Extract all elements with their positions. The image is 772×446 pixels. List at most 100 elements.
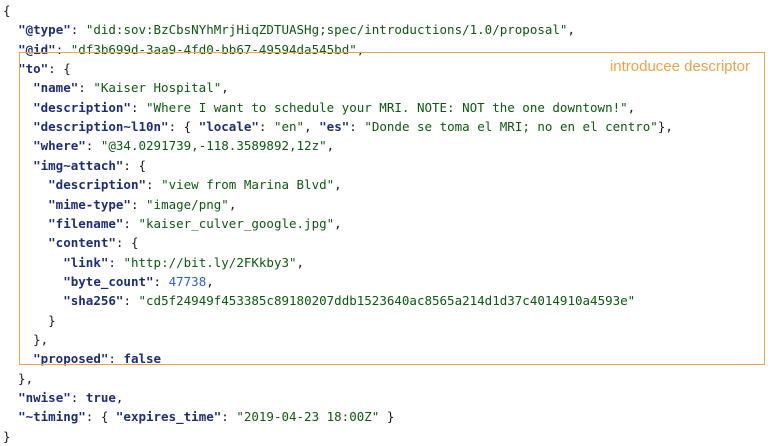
json-punctuation	[3, 293, 63, 308]
json-punctuation: ,	[334, 177, 342, 193]
json-punctuation: : {	[168, 119, 199, 135]
json-string: "http://bit.ly/2FKkby3"	[123, 254, 297, 270]
json-punctuation: :	[108, 254, 124, 270]
json-punctuation: : {	[85, 409, 116, 425]
json-key: "@id"	[18, 41, 56, 57]
json-punctuation	[3, 42, 18, 57]
json-key: "link"	[63, 254, 109, 270]
json-punctuation	[3, 197, 48, 212]
json-string: "Kaiser Hospital"	[93, 80, 222, 96]
json-punctuation: :	[146, 177, 162, 193]
json-string: "kaiser_culver_google.jpg"	[138, 215, 335, 231]
json-string: "Donde se toma el MRI; no en el centro"	[364, 119, 658, 135]
code-line: "description~l10n": { "locale": "en", "e…	[3, 117, 673, 136]
json-string: "cd5f24949f453385c89180207ddb1523640ac85…	[138, 293, 636, 309]
code-line: "sha256": "cd5f24949f453385c89180207ddb1…	[3, 291, 635, 310]
json-punctuation: ,	[221, 80, 229, 96]
json-string: "df3b699d-3aa9-4fd0-bb67-49594da545bd"	[70, 41, 357, 57]
json-key: "nwise"	[18, 390, 71, 405]
json-punctuation: :	[108, 351, 124, 367]
json-punctuation	[3, 119, 33, 134]
json-string: "Where I want to schedule your MRI. NOTE…	[146, 99, 628, 115]
json-punctuation: ,	[296, 254, 305, 270]
json-punctuation	[3, 80, 33, 95]
code-line: "img~attach": {	[3, 156, 146, 175]
json-punctuation: ,	[115, 390, 124, 405]
json-punctuation: :	[123, 215, 139, 231]
json-punctuation: },	[3, 331, 49, 347]
json-string: "en"	[273, 119, 305, 135]
json-key: "byte_count"	[63, 273, 154, 289]
json-key: "proposed"	[33, 351, 109, 367]
json-punctuation: :	[85, 138, 101, 154]
json-punctuation: :	[130, 196, 147, 212]
json-punctuation: ,	[356, 41, 365, 57]
json-key: "sha256"	[63, 293, 124, 309]
json-number: 47738	[168, 273, 207, 289]
json-key: "where"	[33, 138, 86, 154]
code-line: }	[3, 427, 11, 446]
json-punctuation: }	[379, 409, 395, 425]
json-punctuation: ,	[228, 196, 237, 212]
json-punctuation	[3, 100, 33, 115]
code-line: "where": "@34.0291739,-118.3589892,12z",	[3, 136, 334, 155]
json-string: "2019-04-23 18:00Z"	[236, 409, 380, 425]
json-punctuation	[3, 255, 63, 270]
code-line: "~timing": { "expires_time": "2019-04-23…	[3, 407, 394, 426]
code-line: "description": "view from Marina Blvd",	[3, 175, 342, 194]
json-punctuation: ,	[326, 138, 335, 154]
json-punctuation: :	[258, 119, 274, 135]
json-punctuation: : {	[115, 235, 139, 251]
json-key: "expires_time"	[115, 409, 222, 425]
json-punctuation: :	[221, 409, 237, 425]
code-line: },	[3, 369, 33, 388]
json-punctuation: },	[657, 119, 673, 135]
code-line: "name": "Kaiser Hospital",	[3, 78, 229, 97]
code-line: "mime-type": "image/png",	[3, 195, 236, 214]
json-key: "locale"	[198, 119, 259, 135]
json-key: "name"	[33, 80, 79, 96]
json-punctuation: :	[70, 390, 86, 405]
json-key: "filename"	[48, 215, 124, 231]
json-punctuation	[3, 409, 18, 424]
json-punctuation: ,	[334, 215, 342, 231]
code-line: }	[3, 311, 56, 330]
json-punctuation	[3, 158, 33, 173]
json-punctuation: }	[3, 428, 11, 444]
json-code-block: { "@type": "did:sov:BzCbsNYhMrjHiqZDTUAS…	[0, 0, 772, 444]
json-punctuation	[3, 177, 48, 192]
json-string: "view from Marina Blvd"	[161, 177, 335, 193]
json-punctuation	[3, 138, 33, 153]
json-literal: false	[123, 351, 162, 367]
json-punctuation: },	[3, 370, 34, 386]
json-literal: true	[85, 390, 116, 405]
code-line: "proposed": false	[3, 349, 161, 368]
json-string: "@34.0291739,-118.3589892,12z"	[100, 138, 327, 154]
json-key: "mime-type"	[48, 196, 131, 212]
code-line: "@type": "did:sov:BzCbsNYhMrjHiqZDTUASHg…	[3, 20, 575, 39]
json-punctuation: ,	[627, 99, 636, 115]
code-line: "link": "http://bit.ly/2FKkby3",	[3, 253, 304, 272]
json-punctuation: :	[123, 293, 139, 309]
json-punctuation: ,	[567, 22, 575, 38]
json-punctuation	[3, 235, 48, 250]
json-key: "content"	[48, 235, 116, 251]
json-punctuation	[3, 216, 48, 231]
json-punctuation	[3, 351, 33, 366]
json-punctuation: :	[70, 22, 86, 38]
json-key: "to"	[18, 61, 49, 77]
code-line: "byte_count": 47738,	[3, 272, 214, 291]
code-line: "nwise": true,	[3, 388, 123, 407]
json-key: "description"	[48, 177, 146, 193]
json-string: "did:sov:BzCbsNYhMrjHiqZDTUASHg;spec/int…	[85, 22, 568, 38]
json-punctuation: :	[78, 80, 94, 96]
json-punctuation: :	[55, 41, 71, 57]
json-punctuation: :	[349, 119, 365, 135]
json-punctuation: : {	[123, 157, 146, 173]
json-punctuation: : {	[48, 61, 71, 77]
json-key: "description~l10n"	[33, 119, 169, 135]
json-punctuation: ,	[304, 119, 320, 135]
json-key: "@type"	[18, 22, 71, 38]
json-string: "image/png"	[146, 196, 229, 212]
json-punctuation: :	[130, 99, 147, 115]
